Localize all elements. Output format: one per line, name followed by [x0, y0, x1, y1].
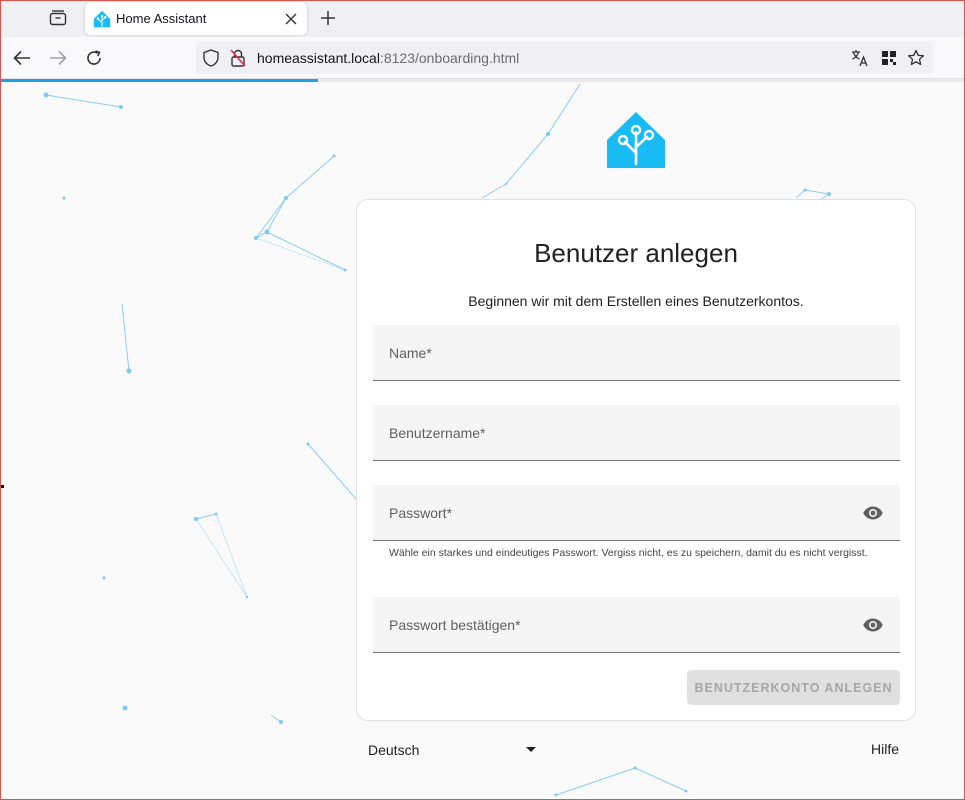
url-text[interactable]: homeassistant.local:8123/onboarding.html	[257, 50, 519, 66]
forward-arrow-icon	[50, 50, 67, 66]
help-link[interactable]: Hilfe	[871, 741, 899, 757]
password-field[interactable]: Passwort*	[373, 485, 900, 541]
tracking-protection-button[interactable]	[201, 48, 221, 68]
home-assistant-favicon	[93, 10, 111, 27]
insecure-lock-icon	[230, 49, 246, 67]
tab-strip: Home Assistant	[0, 0, 965, 37]
navigation-bar: homeassistant.local:8123/onboarding.html	[0, 37, 965, 79]
qr-code-button[interactable]	[879, 48, 899, 68]
new-tab-button[interactable]	[314, 4, 342, 32]
close-icon	[285, 13, 297, 24]
eye-icon	[863, 506, 883, 520]
language-select[interactable]: Deutsch	[356, 734, 546, 766]
bookmark-button[interactable]	[906, 48, 926, 68]
create-account-button[interactable]: BENUTZERKONTO ANLEGEN	[687, 670, 900, 705]
page-subtitle: Beginnen wir mit dem Erstellen eines Ben…	[468, 293, 804, 309]
password-confirm-input[interactable]	[373, 597, 900, 652]
password-input[interactable]	[373, 485, 900, 540]
translate-button[interactable]	[850, 48, 870, 68]
qr-code-icon	[882, 51, 896, 65]
reload-button[interactable]	[80, 44, 108, 72]
tab-title: Home Assistant	[116, 11, 207, 26]
address-bar[interactable]: homeassistant.local:8123/onboarding.html	[196, 42, 933, 74]
mouse-cursor	[1, 485, 4, 488]
caret-down-icon	[526, 747, 536, 752]
name-input[interactable]	[373, 325, 900, 380]
translate-icon	[852, 50, 868, 67]
back-button[interactable]	[8, 44, 36, 72]
tab-overview-button[interactable]	[38, 4, 78, 32]
tab-home-assistant[interactable]: Home Assistant	[85, 2, 307, 35]
page-title: Benutzer anlegen	[534, 238, 738, 268]
create-user-card: Benutzer anlegen Beginnen wir mit dem Er…	[356, 199, 916, 721]
name-field[interactable]: Name*	[373, 325, 900, 381]
forward-button[interactable]	[44, 44, 72, 72]
password-helper-text: Wähle ein starkes und eindeutiges Passwo…	[389, 547, 868, 559]
url-host: homeassistant.local	[257, 50, 380, 66]
tab-overview-icon	[49, 10, 67, 26]
plus-icon	[321, 11, 335, 25]
home-assistant-logo	[607, 112, 665, 168]
url-path: :8123/onboarding.html	[379, 50, 520, 66]
connection-security-button[interactable]	[228, 48, 248, 68]
close-tab-button[interactable]	[279, 7, 303, 31]
username-field[interactable]: Benutzername*	[373, 405, 900, 461]
reload-icon	[87, 50, 101, 65]
back-arrow-icon	[13, 50, 30, 66]
password-confirm-field[interactable]: Passwort bestätigen*	[373, 597, 900, 653]
show-password-button[interactable]	[862, 503, 884, 523]
star-icon	[907, 49, 925, 66]
shield-icon	[203, 49, 219, 67]
language-select-value: Deutsch	[368, 742, 420, 758]
show-password-confirm-button[interactable]	[862, 615, 884, 635]
eye-icon	[863, 618, 883, 632]
username-input[interactable]	[373, 405, 900, 460]
